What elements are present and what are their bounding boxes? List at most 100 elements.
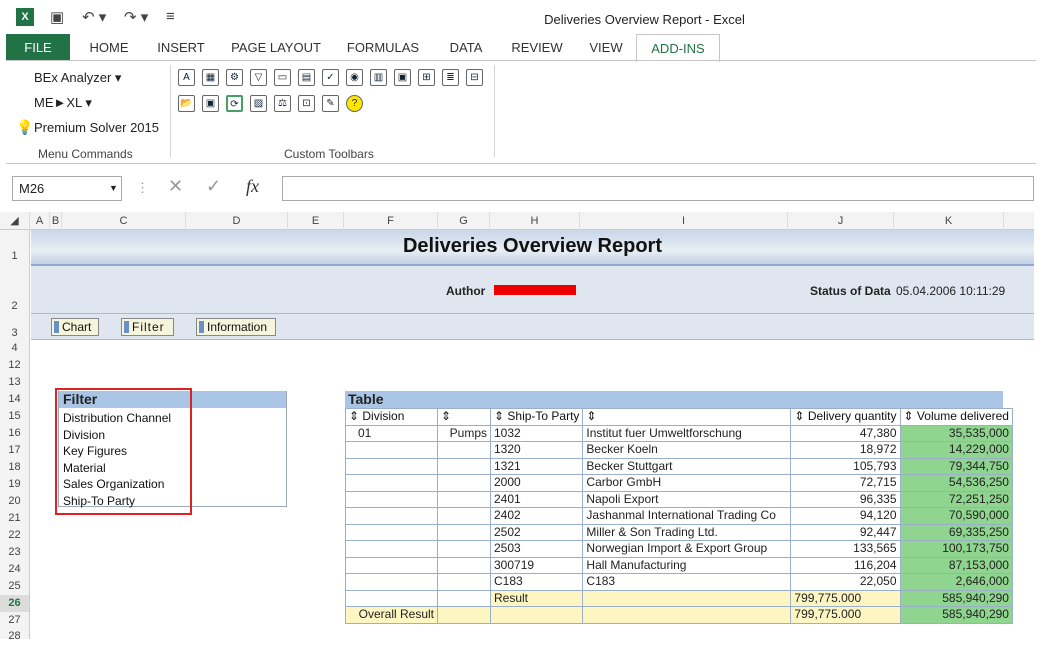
material-cell[interactable] (437, 490, 491, 508)
filter-icon[interactable]: ▽ (250, 69, 267, 86)
header-sort[interactable]: ⇕ (582, 408, 792, 426)
row-header[interactable]: 19 (0, 476, 30, 493)
material-cell[interactable] (437, 556, 491, 574)
toolbar-icon[interactable]: ▨ (250, 95, 267, 112)
ship-to-cell[interactable]: 2503 (489, 540, 584, 558)
division-cell[interactable] (345, 490, 438, 508)
formula-input[interactable] (282, 176, 1034, 201)
column-header[interactable]: F (344, 212, 438, 230)
column-header[interactable]: D (186, 212, 288, 230)
header-volume-delivered[interactable]: ⇕ Volume delivered (899, 408, 1013, 426)
column-header[interactable]: I (580, 212, 788, 230)
customer-name-cell[interactable]: Jashanmal International Trading Co (582, 507, 792, 525)
volume-delivered-cell[interactable]: 35,535,000 (899, 424, 1013, 442)
row-header[interactable]: 13 (0, 374, 30, 391)
row-header[interactable]: 1 (0, 230, 30, 266)
tab-view[interactable]: VIEW (582, 34, 630, 61)
volume-delivered-cell[interactable]: 87,153,000 (899, 556, 1013, 574)
radio-icon[interactable]: ◉ (346, 69, 363, 86)
material-cell[interactable] (437, 573, 491, 591)
ship-to-cell[interactable]: 1321 (489, 457, 584, 475)
division-cell[interactable] (345, 474, 438, 492)
header-ship-to-party[interactable]: ⇕ Ship-To Party (489, 408, 584, 426)
customer-name-cell[interactable]: Norwegian Import & Export Group (582, 540, 792, 558)
ship-to-cell[interactable]: C183 (489, 573, 584, 591)
name-box[interactable]: M26 ▼ (12, 176, 122, 201)
toolbar-icon[interactable]: A (178, 69, 195, 86)
division-cell[interactable] (345, 441, 438, 459)
customer-name-cell[interactable]: Institut fuer Umweltforschung (582, 424, 792, 442)
row-header[interactable]: 17 (0, 442, 30, 459)
ship-to-cell[interactable]: 2402 (489, 507, 584, 525)
division-cell[interactable] (345, 457, 438, 475)
menu-me-xl[interactable]: ME►XL ▾ (34, 95, 92, 111)
row-header[interactable]: 24 (0, 561, 30, 578)
header-division[interactable]: ⇕ Division (345, 408, 438, 426)
information-button[interactable]: Information (196, 318, 276, 336)
ship-to-cell[interactable]: 300719 (489, 556, 584, 574)
material-cell[interactable] (437, 523, 491, 541)
customer-name-cell[interactable]: Miller & Son Trading Ltd. (582, 523, 792, 541)
table-cell[interactable] (437, 589, 491, 607)
division-cell[interactable] (345, 556, 438, 574)
tab-insert[interactable]: INSERT (148, 34, 214, 61)
volume-delivered-cell[interactable]: 14,229,000 (899, 441, 1013, 459)
ship-to-cell[interactable]: 1320 (489, 441, 584, 459)
result-volume-delivered[interactable]: 585,940,290 (899, 589, 1013, 607)
column-header[interactable]: A (30, 212, 50, 230)
tab-add-ins[interactable]: ADD-INS (636, 34, 720, 62)
volume-delivered-cell[interactable]: 72,251,250 (899, 490, 1013, 508)
row-header-active[interactable]: 26 (0, 595, 30, 612)
customer-name-cell[interactable]: Hall Manufacturing (582, 556, 792, 574)
column-header[interactable]: B (50, 212, 62, 230)
row-header[interactable]: 4 (0, 340, 30, 357)
volume-delivered-cell[interactable]: 54,536,250 (899, 474, 1013, 492)
row-header[interactable]: 2 (0, 266, 30, 314)
tab-review[interactable]: REVIEW (502, 34, 572, 61)
customer-name-cell[interactable]: C183 (582, 573, 792, 591)
column-header[interactable]: J (788, 212, 894, 230)
customer-name-cell[interactable]: Carbor GmbH (582, 474, 792, 492)
result-delivery-quantity[interactable]: 799,775.000 (790, 589, 901, 607)
material-cell[interactable] (437, 457, 491, 475)
material-cell[interactable] (437, 441, 491, 459)
column-header[interactable]: K (894, 212, 1004, 230)
overall-volume-delivered[interactable]: 585,940,290 (899, 606, 1013, 624)
division-cell[interactable] (345, 523, 438, 541)
customer-name-cell[interactable]: Becker Koeln (582, 441, 792, 459)
enter-icon[interactable]: ✓ (206, 176, 221, 197)
row-header[interactable]: 16 (0, 425, 30, 442)
delivery-quantity-cell[interactable]: 116,204 (790, 556, 901, 574)
row-header[interactable]: 14 (0, 391, 30, 408)
menu-premium-solver[interactable]: Premium Solver 2015 (34, 120, 159, 135)
chart-button[interactable]: Chart (51, 318, 99, 336)
delivery-quantity-cell[interactable]: 92,447 (790, 523, 901, 541)
toolbar-icon[interactable]: ⊟ (466, 69, 483, 86)
division-cell[interactable] (345, 507, 438, 525)
refresh-icon[interactable]: ⟳ (226, 95, 243, 112)
division-cell[interactable] (345, 540, 438, 558)
customer-name-cell[interactable]: Napoli Export (582, 490, 792, 508)
select-all-corner[interactable]: ◢ (0, 212, 30, 230)
delivery-quantity-cell[interactable]: 94,120 (790, 507, 901, 525)
column-header[interactable]: H (490, 212, 580, 230)
result-label[interactable]: Result (489, 589, 584, 607)
customer-name-cell[interactable]: Becker Stuttgart (582, 457, 792, 475)
volume-delivered-cell[interactable]: 69,335,250 (899, 523, 1013, 541)
volume-delivered-cell[interactable]: 70,590,000 (899, 507, 1013, 525)
table-cell[interactable] (582, 589, 792, 607)
row-header[interactable]: 3 (0, 314, 30, 340)
tab-page-layout[interactable]: PAGE LAYOUT (224, 34, 328, 61)
overall-result-label[interactable]: Overall Result (345, 606, 438, 624)
row-header[interactable]: 12 (0, 357, 30, 374)
tab-home[interactable]: HOME (78, 34, 140, 61)
row-header[interactable]: 23 (0, 544, 30, 561)
volume-delivered-cell[interactable]: 79,344,750 (899, 457, 1013, 475)
toolbar-icon[interactable]: ⊞ (418, 69, 435, 86)
row-header[interactable]: 18 (0, 459, 30, 476)
toolbar-icon[interactable]: ▤ (298, 69, 315, 86)
delivery-quantity-cell[interactable]: 47,380 (790, 424, 901, 442)
cancel-icon[interactable]: ✕ (168, 176, 183, 197)
toolbar-icon[interactable]: ⚖ (274, 95, 291, 112)
tab-formulas[interactable]: FORMULAS (338, 34, 428, 61)
